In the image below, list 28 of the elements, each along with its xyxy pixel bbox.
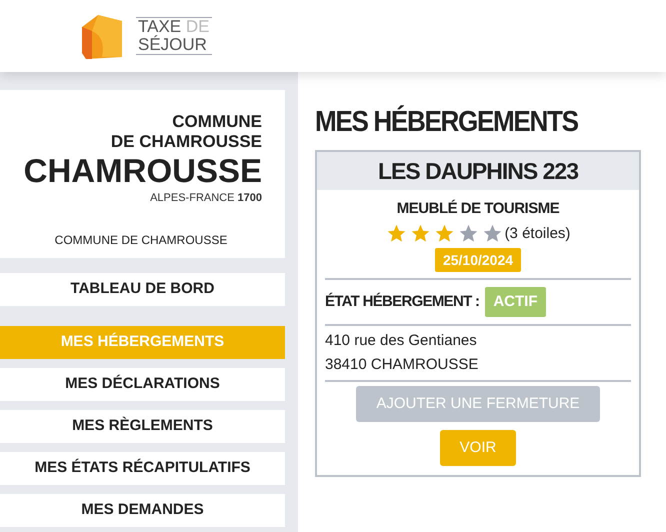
star-icon [458,223,479,244]
logo-text: DE [186,17,210,36]
date-badge: 25/10/2024 [434,248,522,272]
commune-wordmark: CHAMROUSSE [24,152,262,190]
commune-name: COMMUNE DE CHAMROUSSE [54,232,228,248]
sidebar-item[interactable]: MES RÈGLEMENTS [0,410,285,443]
logo-text: SÉJOUR [138,36,208,54]
logo-text: TAXE [138,17,182,36]
accommodation-type: MEUBLÉ DE TOURISME [396,198,560,219]
address-line: 410 rue des Gentianes [325,331,478,351]
star-icon [434,223,455,244]
logo-text: DE CHAMROUSSE [110,132,262,152]
star-icon [482,223,503,244]
house-logo-icon [80,13,124,59]
sidebar-item[interactable]: MES ÉTATS RÉCAPITULATIFS [0,452,285,485]
sidebar-item[interactable]: MES DÉCLARATIONS [0,368,285,401]
stars-text: (3 étoiles) [504,224,570,244]
address-line: 38410 CHAMROUSSE [325,355,480,375]
state-label: ÉTAT HÉBERGEMENT : [325,292,480,312]
logo-tagline: ALPES-FRANCE 1700 [150,191,262,206]
sidebar-item[interactable]: MES DEMANDES [0,494,285,527]
logo-text: COMMUNE [172,112,262,132]
accommodation-name: LES DAUPHINS 223 [378,156,578,186]
sidebar-item[interactable]: TABLEAU DE BORD [0,273,285,306]
star-icon [410,223,431,244]
state-badge: ACTIF [485,287,546,317]
star-icon [386,223,407,244]
page-title: MES HÉBERGEMENTS [315,104,579,140]
